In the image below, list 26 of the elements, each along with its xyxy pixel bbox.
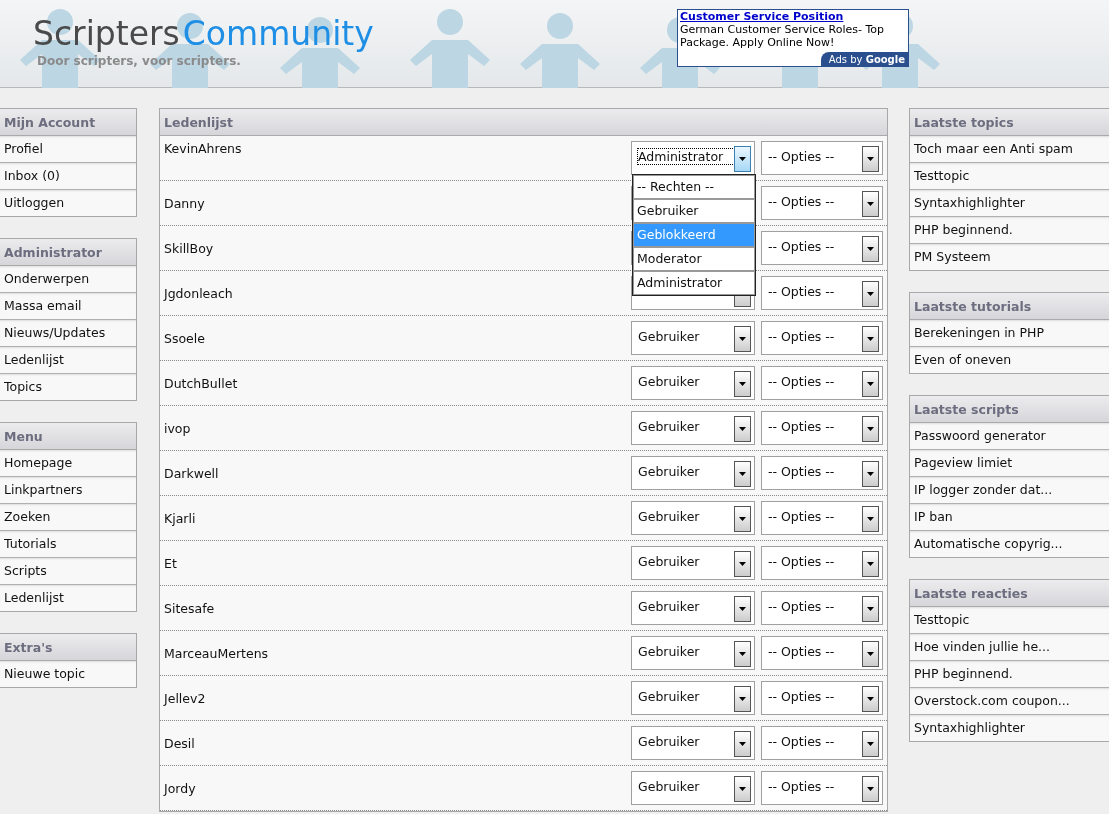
panel-title: Laatste topics	[910, 109, 1109, 136]
member-name: Danny	[164, 195, 206, 211]
member-name: Darkwell	[164, 465, 220, 481]
panel-title: Ledenlijst	[160, 109, 887, 136]
member-name: SkillBoy	[164, 240, 215, 256]
member-name: Desil	[164, 735, 196, 751]
panel-title: Laatste reacties	[910, 580, 1109, 607]
member-name: ivop	[164, 420, 192, 436]
member-name: MarceauMertens	[164, 645, 270, 661]
member-name: KevinAhrens	[164, 141, 243, 156]
member-name: Et	[164, 555, 178, 571]
site-tagline: Door scripters, voor scripters.	[37, 54, 242, 68]
panel-title: Administrator	[0, 239, 136, 266]
member-name: Jordy	[164, 780, 197, 796]
panel-title: Laatste tutorials	[910, 293, 1109, 320]
panel-title: Mijn Account	[0, 109, 136, 136]
panel-title: Laatste scripts	[910, 396, 1109, 423]
member-name: Ssoele	[164, 330, 206, 346]
member-name: Kjarli	[164, 510, 197, 526]
ad-text: German Customer Service Roles- Top Package. Apply Online Now!	[680, 23, 886, 49]
panel-title: Extra's	[0, 634, 136, 661]
member-name: Jellev2	[164, 690, 207, 706]
member-name: Jgdonleach	[164, 285, 234, 301]
member-name: Sitesafe	[164, 600, 216, 616]
member-name: DutchBullet	[164, 375, 239, 391]
panel-title: Menu	[0, 423, 136, 450]
